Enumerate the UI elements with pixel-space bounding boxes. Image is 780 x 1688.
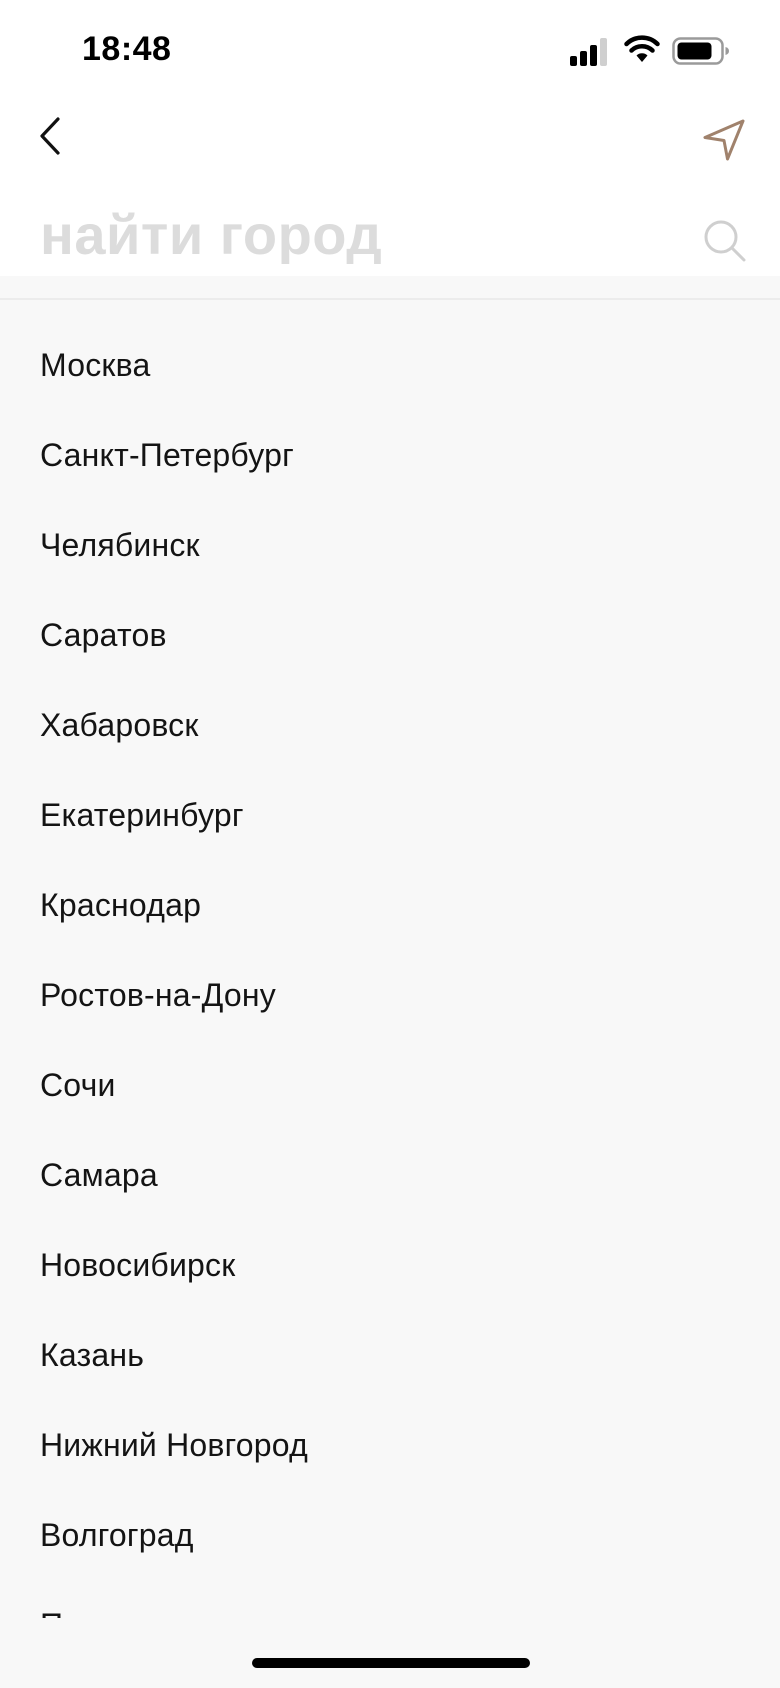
city-search-input[interactable] xyxy=(40,204,680,264)
search-button[interactable] xyxy=(702,218,748,264)
city-list-item[interactable]: Челябинск xyxy=(0,500,780,590)
search-icon xyxy=(704,220,746,262)
search-header xyxy=(0,92,780,276)
city-list-item[interactable]: Санкт-Петербург xyxy=(0,410,780,500)
back-button[interactable] xyxy=(30,110,74,162)
status-bar: 18:48 xyxy=(0,0,780,92)
locate-me-button[interactable] xyxy=(700,116,748,164)
home-indicator[interactable] xyxy=(252,1658,530,1668)
city-list-item[interactable]: Казань xyxy=(0,1310,780,1400)
city-list-item[interactable]: Краснодар xyxy=(0,860,780,950)
chevron-left-icon xyxy=(40,117,60,155)
city-list-item[interactable]: Самара xyxy=(0,1130,780,1220)
wifi-icon xyxy=(624,35,660,62)
city-list-item[interactable]: Саратов xyxy=(0,590,780,680)
home-indicator-area xyxy=(0,1618,780,1688)
city-list-item[interactable]: Волгоград xyxy=(0,1490,780,1580)
status-time: 18:48 xyxy=(82,30,172,68)
city-list: Москва Санкт-Петербург Челябинск Саратов… xyxy=(0,300,780,1619)
city-list-item[interactable]: Пермь xyxy=(0,1580,780,1619)
signal-icon xyxy=(570,38,607,66)
city-list-item[interactable]: Нижний Новгород xyxy=(0,1400,780,1490)
location-arrow-icon xyxy=(703,119,745,161)
city-list-item[interactable]: Ростов-на-Дону xyxy=(0,950,780,1040)
city-picker-screen: 18:48 найти город Москва Санкт-Петербург… xyxy=(0,0,780,1688)
city-list-item[interactable]: Хабаровск xyxy=(0,680,780,770)
city-list-item[interactable]: Сочи xyxy=(0,1040,780,1130)
city-list-item[interactable]: Москва xyxy=(0,320,780,410)
city-list-item[interactable]: Новосибирск xyxy=(0,1220,780,1310)
battery-icon xyxy=(672,37,729,65)
city-list-item[interactable]: Екатеринбург xyxy=(0,770,780,860)
